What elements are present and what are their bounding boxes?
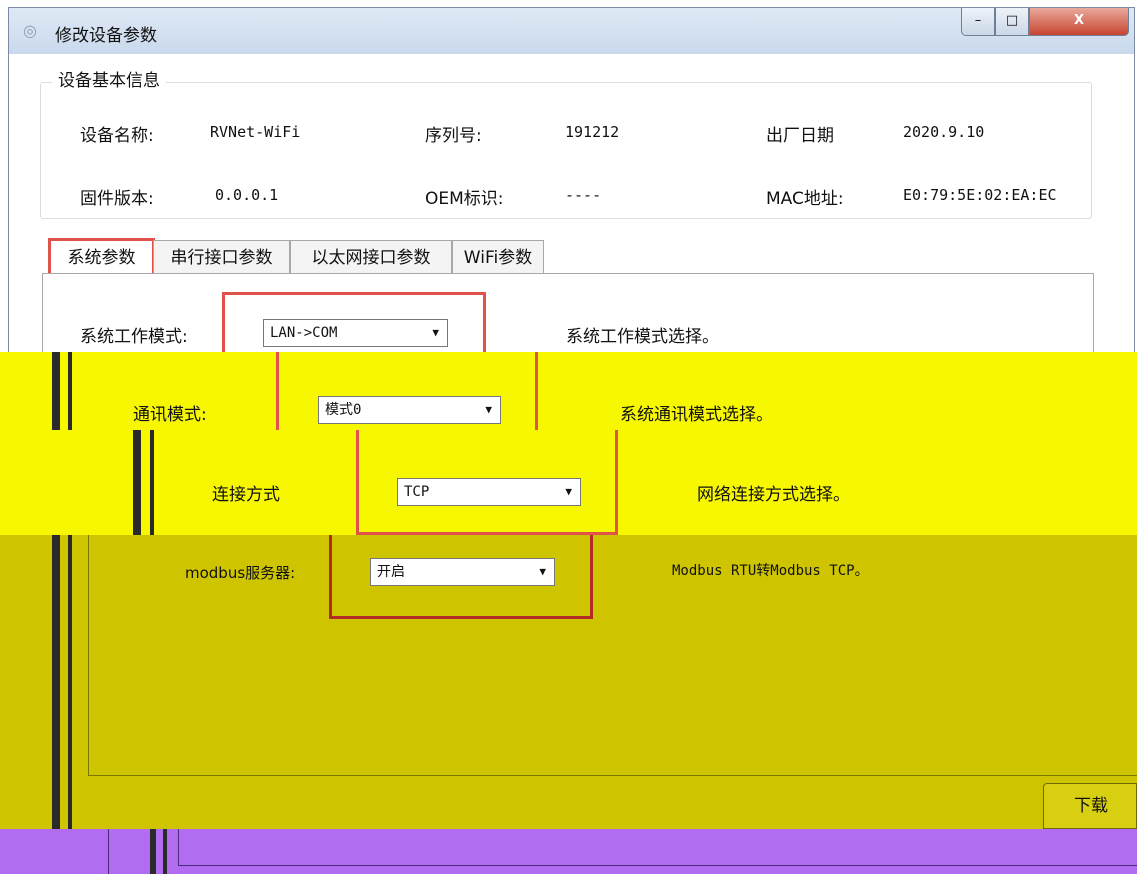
dark-stripe xyxy=(52,352,60,430)
modbus-label: modbus服务器: xyxy=(185,564,296,582)
minimize-button[interactable]: – xyxy=(961,8,995,36)
tab-system-params[interactable]: 系统参数 xyxy=(48,238,155,276)
oem-label: OEM标识: xyxy=(425,189,504,209)
dark-stripe xyxy=(52,535,60,829)
oem-value: ---- xyxy=(565,186,602,204)
comm-mode-value: 模式0 xyxy=(325,402,362,418)
firmware-label: 固件版本: xyxy=(80,189,154,209)
chevron-down-icon: ▼ xyxy=(485,403,492,416)
modbus-hint: Modbus RTU转Modbus TCP。 xyxy=(672,563,869,579)
device-name-value: RVNet-WiFi xyxy=(210,123,301,141)
work-mode-label: 系统工作模式: xyxy=(80,327,188,347)
glitch-band-1: 通讯模式: 模式0 ▼ 系统通讯模式选择。 xyxy=(0,352,1137,430)
panel-border xyxy=(178,829,1137,866)
factory-date-label: 出厂日期 xyxy=(766,126,834,146)
dark-stripe xyxy=(133,430,141,535)
title-bar[interactable]: ◎ 修改设备参数 – □ X xyxy=(9,8,1134,54)
glitch-band-3: modbus服务器: 开启 ▼ Modbus RTU转Modbus TCP。 下… xyxy=(0,535,1137,829)
connection-value: TCP xyxy=(404,484,430,500)
serial-label: 序列号: xyxy=(425,126,482,146)
dark-stripe xyxy=(163,829,167,874)
modbus-select[interactable]: 开启 ▼ xyxy=(370,558,555,586)
dark-stripe xyxy=(68,535,72,829)
chevron-down-icon: ▼ xyxy=(565,485,572,498)
serial-value: 191212 xyxy=(565,123,620,141)
comm-mode-select[interactable]: 模式0 ▼ xyxy=(318,396,501,424)
modbus-value: 开启 xyxy=(377,564,405,580)
basic-info-title: 设备基本信息 xyxy=(52,66,166,91)
dark-stripe xyxy=(150,829,156,874)
comm-mode-label: 通讯模式: xyxy=(133,405,207,425)
comm-mode-hint: 系统通讯模式选择。 xyxy=(620,405,773,425)
app-icon: ◎ xyxy=(23,21,37,40)
dark-stripe xyxy=(68,352,72,430)
device-name-label: 设备名称: xyxy=(80,126,154,146)
connection-label: 连接方式 xyxy=(212,485,280,505)
factory-date-value: 2020.9.10 xyxy=(903,123,985,141)
download-button[interactable]: 下载 xyxy=(1043,783,1137,829)
firmware-value: 0.0.0.1 xyxy=(215,186,279,204)
tab-wifi-params[interactable]: WiFi参数 xyxy=(452,240,544,274)
dark-stripe xyxy=(150,430,154,535)
connection-hint: 网络连接方式选择。 xyxy=(697,485,850,505)
chevron-down-icon: ▼ xyxy=(539,565,546,578)
mac-label: MAC地址: xyxy=(766,189,844,209)
tab-serial-params[interactable]: 串行接口参数 xyxy=(153,240,290,274)
mac-value: E0:79:5E:02:EA:EC xyxy=(903,186,1057,204)
work-mode-hint: 系统工作模式选择。 xyxy=(566,327,719,347)
left-button-edge xyxy=(0,829,109,874)
tab-ethernet-params[interactable]: 以太网接口参数 xyxy=(290,240,452,274)
close-button[interactable]: X xyxy=(1029,8,1129,36)
window-title: 修改设备参数 xyxy=(55,26,157,46)
connection-select[interactable]: TCP ▼ xyxy=(397,478,581,506)
highlight-box xyxy=(222,292,486,352)
glitch-band-4 xyxy=(0,829,1137,874)
maximize-button[interactable]: □ xyxy=(995,8,1029,36)
glitch-band-2: 连接方式 TCP ▼ 网络连接方式选择。 xyxy=(0,430,1137,535)
